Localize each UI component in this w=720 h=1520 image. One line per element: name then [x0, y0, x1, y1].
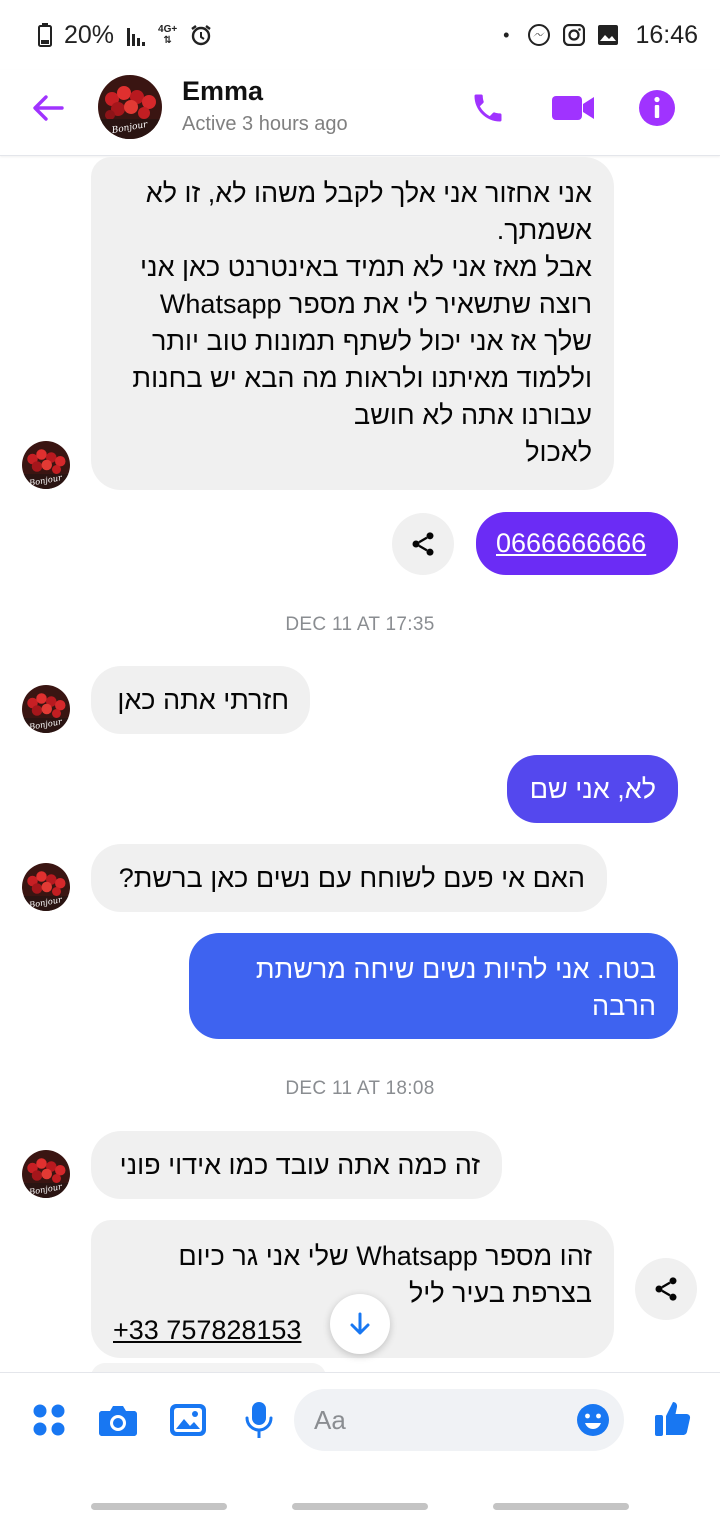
video-camera-icon[interactable] — [551, 86, 595, 130]
network-label: 4G+ — [158, 24, 178, 35]
sender-avatar[interactable]: Bonjour — [22, 441, 70, 489]
arrow-down-icon — [350, 1312, 370, 1335]
message-line: אבל מאז אני לא תמיד באינטרנט כאן אני — [140, 252, 592, 282]
nav-back-button[interactable] — [493, 1503, 629, 1510]
message-line: רוצה שתשאיר לי את מספר Whatsapp — [159, 289, 592, 319]
incoming-message[interactable]: זה כמה אתה עובד כמו אידוי פוני — [91, 1131, 502, 1199]
contact-name: Emma — [182, 76, 264, 106]
scroll-to-bottom-button[interactable] — [330, 1294, 390, 1354]
message-line: לאכול — [525, 437, 592, 467]
message-text: האם אי פעם לשוחח עם נשים כאן ברשת? — [118, 863, 585, 893]
nav-home-button[interactable] — [292, 1503, 428, 1510]
sender-avatar[interactable]: Bonjour — [22, 1150, 70, 1198]
phone-icon[interactable] — [466, 86, 510, 130]
emoji-icon[interactable] — [576, 1403, 610, 1437]
sender-avatar[interactable]: Bonjour — [22, 685, 70, 733]
message-input[interactable] — [314, 1389, 564, 1451]
image-icon[interactable] — [167, 1399, 209, 1441]
message-composer — [0, 1372, 720, 1464]
notification-dot: • — [503, 24, 510, 45]
message-line: בטח. אני להיות נשים שיחה מרשתת — [255, 954, 656, 984]
outgoing-message[interactable]: בטח. אני להיות נשים שיחה מרשתת הרבה — [189, 933, 678, 1039]
message-line: אני אחזור אני אלך לקבל משהו לא, זו לא — [145, 178, 592, 208]
signal-icon — [126, 24, 146, 46]
messenger-icon — [527, 23, 551, 47]
contact-avatar[interactable]: Bonjour — [98, 75, 162, 139]
status-bar: 20% 4G+ ⇅ • 16:46 — [0, 0, 720, 70]
timestamp: DEC 11 AT 18:08 — [285, 1078, 435, 1099]
chat-header: Bonjour Emma Active 3 hours ago — [0, 70, 720, 156]
instagram-icon — [563, 24, 586, 46]
message-line: וללמוד מאיתנו ולראות מה הבא יש בחנות — [132, 363, 592, 393]
battery-percent: 20% — [64, 20, 115, 49]
microphone-icon[interactable] — [238, 1399, 280, 1441]
message-line: זהו מספר Whatsapp שלי אני גר כיום — [178, 1241, 592, 1271]
phone-number-link[interactable]: +33 757828153 — [113, 1315, 301, 1345]
network-4g-icon: 4G+ ⇅ — [158, 24, 177, 46]
incoming-message-partial[interactable] — [91, 1363, 326, 1372]
share-icon — [655, 1277, 677, 1301]
status-bar-left: 20% 4G+ ⇅ — [38, 21, 213, 50]
info-icon[interactable] — [635, 86, 679, 130]
message-text: חזרתי אתה כאן — [117, 685, 289, 715]
incoming-message[interactable]: אני אחזור אני אלך לקבל משהו לא, זו לא אש… — [91, 157, 614, 490]
contact-info[interactable]: Emma Active 3 hours ago — [182, 76, 348, 136]
alarm-icon — [189, 23, 213, 47]
thumbs-up-icon[interactable] — [652, 1397, 694, 1439]
message-text: זה כמה אתה עובד כמו אידוי פוני — [119, 1150, 480, 1180]
message-line: הרבה — [592, 991, 656, 1021]
timestamp: DEC 11 AT 17:35 — [285, 614, 435, 635]
gallery-icon — [597, 24, 619, 46]
outgoing-message[interactable]: 0666666666 — [476, 512, 678, 575]
message-text: לא, אני שם — [529, 774, 656, 804]
share-button[interactable] — [635, 1258, 697, 1320]
system-nav-bar — [0, 1464, 720, 1520]
share-icon — [412, 532, 434, 556]
nav-recents-button[interactable] — [91, 1503, 227, 1510]
status-bar-right: • 16:46 — [503, 21, 698, 50]
message-line: אשמתך. — [496, 215, 592, 245]
incoming-message[interactable]: האם אי פעם לשוחח עם נשים כאן ברשת? — [91, 844, 607, 912]
camera-icon[interactable] — [97, 1399, 139, 1441]
clock: 16:46 — [635, 20, 698, 49]
incoming-message[interactable]: חזרתי אתה כאן — [91, 666, 310, 734]
apps-grid-icon[interactable] — [28, 1399, 70, 1441]
message-line: עבורנו אתה לא חושב — [354, 400, 592, 430]
outgoing-message[interactable]: לא, אני שם — [507, 755, 678, 823]
message-list[interactable]: אני אחזור אני אלך לקבל משהו לא, זו לא אש… — [0, 157, 720, 1372]
back-arrow-icon[interactable] — [28, 88, 68, 128]
data-arrows: ⇅ — [163, 35, 172, 46]
message-line: שלך אז אני יכול לשתף תמונות טוב יותר — [151, 326, 592, 356]
message-input-wrapper — [294, 1389, 624, 1451]
battery-icon — [38, 23, 52, 47]
contact-status: Active 3 hours ago — [182, 113, 348, 135]
sender-avatar[interactable]: Bonjour — [22, 863, 70, 911]
phone-number-link[interactable]: 0666666666 — [496, 528, 646, 558]
share-button[interactable] — [392, 513, 454, 575]
